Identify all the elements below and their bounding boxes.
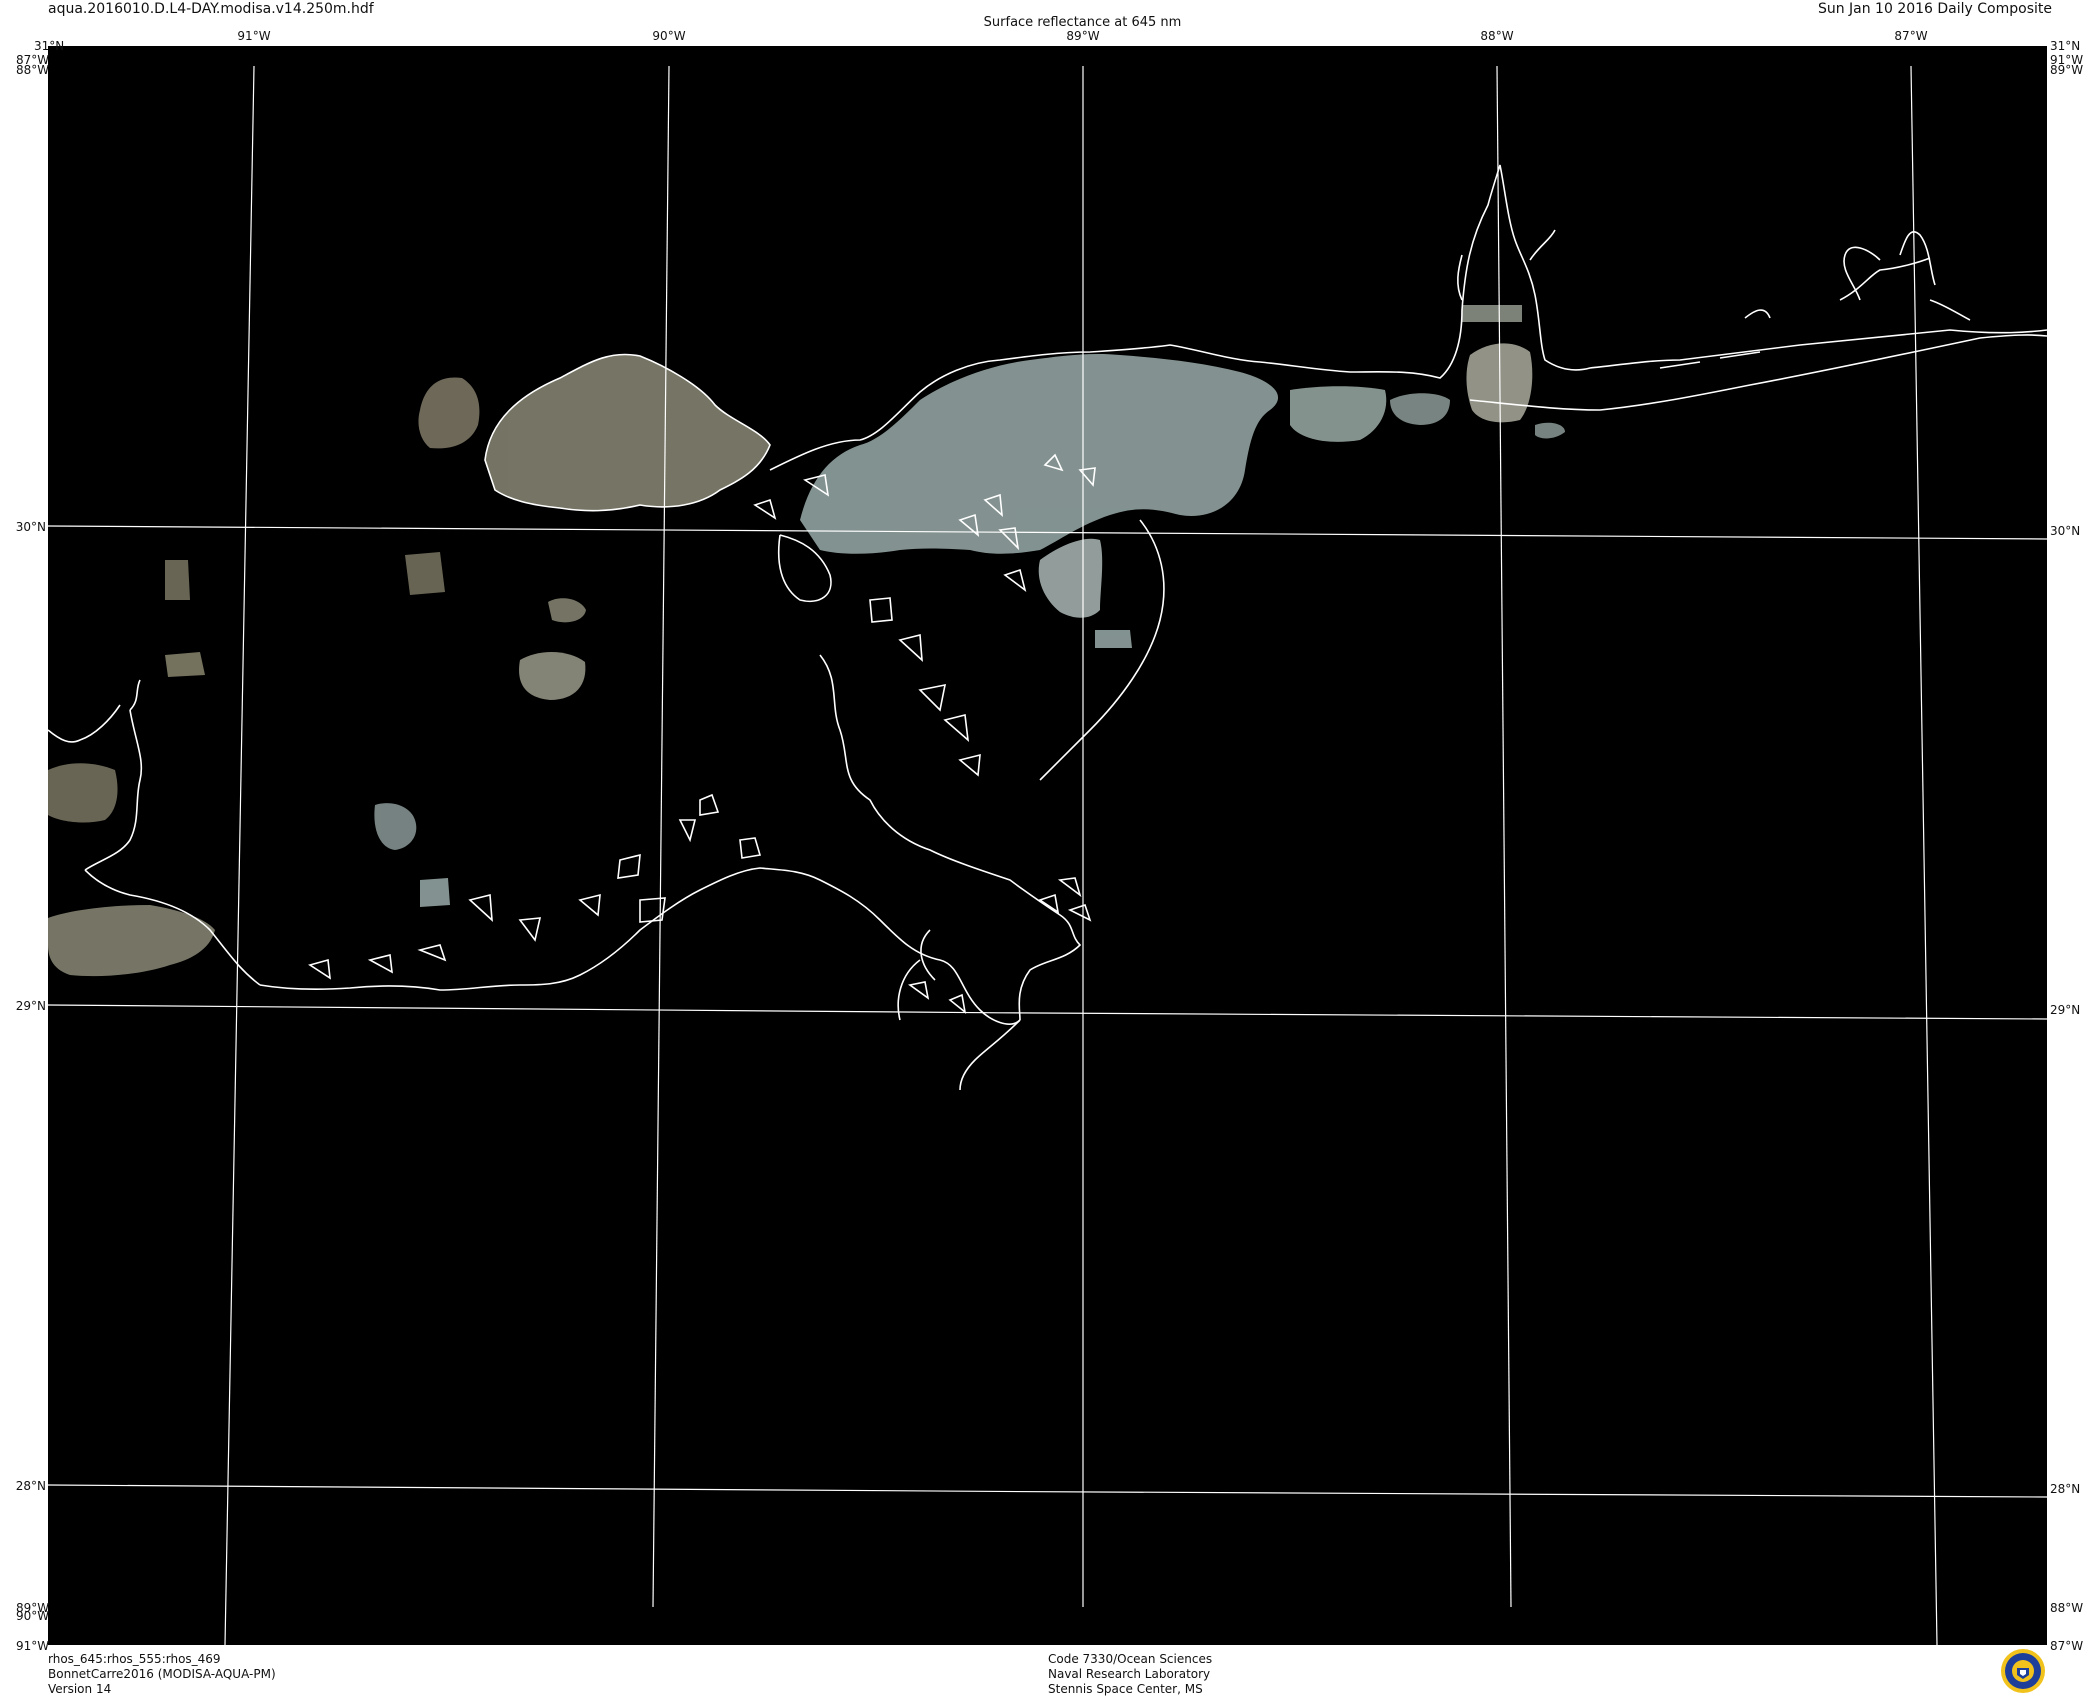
product-info: rhos_645:rhos_555:rhos_469 BonnetCarre20… xyxy=(48,1652,276,1697)
lat-label-28n-right: 28°N xyxy=(2050,1482,2080,1496)
lon-label-87w: 87°W xyxy=(1894,29,1927,43)
nrl-seal-icon xyxy=(2001,1649,2045,1693)
mobile-bay-upper-imagery xyxy=(1462,305,1522,322)
lat-label-30n-left: 30°N xyxy=(16,520,46,534)
project-name: BonnetCarre2016 (MODISA-AQUA-PM) xyxy=(48,1667,276,1681)
lon-labels-top: 91°W 90°W 89°W 88°W 87°W xyxy=(237,29,1927,43)
version-label: Version 14 xyxy=(48,1682,112,1696)
lake-patch-e xyxy=(405,552,445,595)
offshore-patch-a xyxy=(1095,630,1132,648)
west-patch-d xyxy=(165,652,205,677)
map-background xyxy=(48,46,2047,1645)
lat-labels-left: 30°N 29°N 28°N xyxy=(16,520,46,1493)
lat-label-30n-right: 30°N xyxy=(2050,524,2080,538)
band-combination: rhos_645:rhos_555:rhos_469 xyxy=(48,1652,221,1666)
lon-label-89w: 89°W xyxy=(1066,29,1099,43)
lat-label-29n-left: 29°N xyxy=(16,999,46,1013)
lat-label-28n-left: 28°N xyxy=(16,1479,46,1493)
producer-org: Naval Research Laboratory xyxy=(1048,1667,1211,1681)
corner-br-lon-b: 87°W xyxy=(2050,1639,2083,1653)
corner-tr-lat: 31°N xyxy=(2050,39,2080,53)
corner-bl-lon-b: 90°W xyxy=(16,1609,49,1623)
corner-tl-lat: 31°N xyxy=(34,39,64,53)
west-patch-a xyxy=(48,763,118,823)
lat-label-29n-right: 29°N xyxy=(2050,1003,2080,1017)
producer-code: Code 7330/Ocean Sciences xyxy=(1048,1652,1213,1666)
lat-labels-right: 30°N 29°N 28°N xyxy=(2050,524,2080,1496)
corner-bl-lon-c: 91°W xyxy=(16,1639,49,1653)
west-patch-c xyxy=(165,560,190,600)
lon-label-90w: 90°W xyxy=(652,29,685,43)
corner-tl-lon-b: 88°W xyxy=(16,63,49,77)
lon-label-91w: 91°W xyxy=(237,29,270,43)
corner-tr-lon-b: 89°W xyxy=(2050,63,2083,77)
producer-location: Stennis Space Center, MS xyxy=(1048,1682,1203,1696)
lon-label-88w: 88°W xyxy=(1480,29,1513,43)
producer-info: Code 7330/Ocean Sciences Naval Research … xyxy=(1048,1652,1212,1697)
corner-br-lon-a: 88°W xyxy=(2050,1601,2083,1615)
map-figure: 91°W 90°W 89°W 88°W 87°W 30°N 29°N 28°N … xyxy=(16,29,2084,1653)
lake-patch-i xyxy=(420,878,450,907)
